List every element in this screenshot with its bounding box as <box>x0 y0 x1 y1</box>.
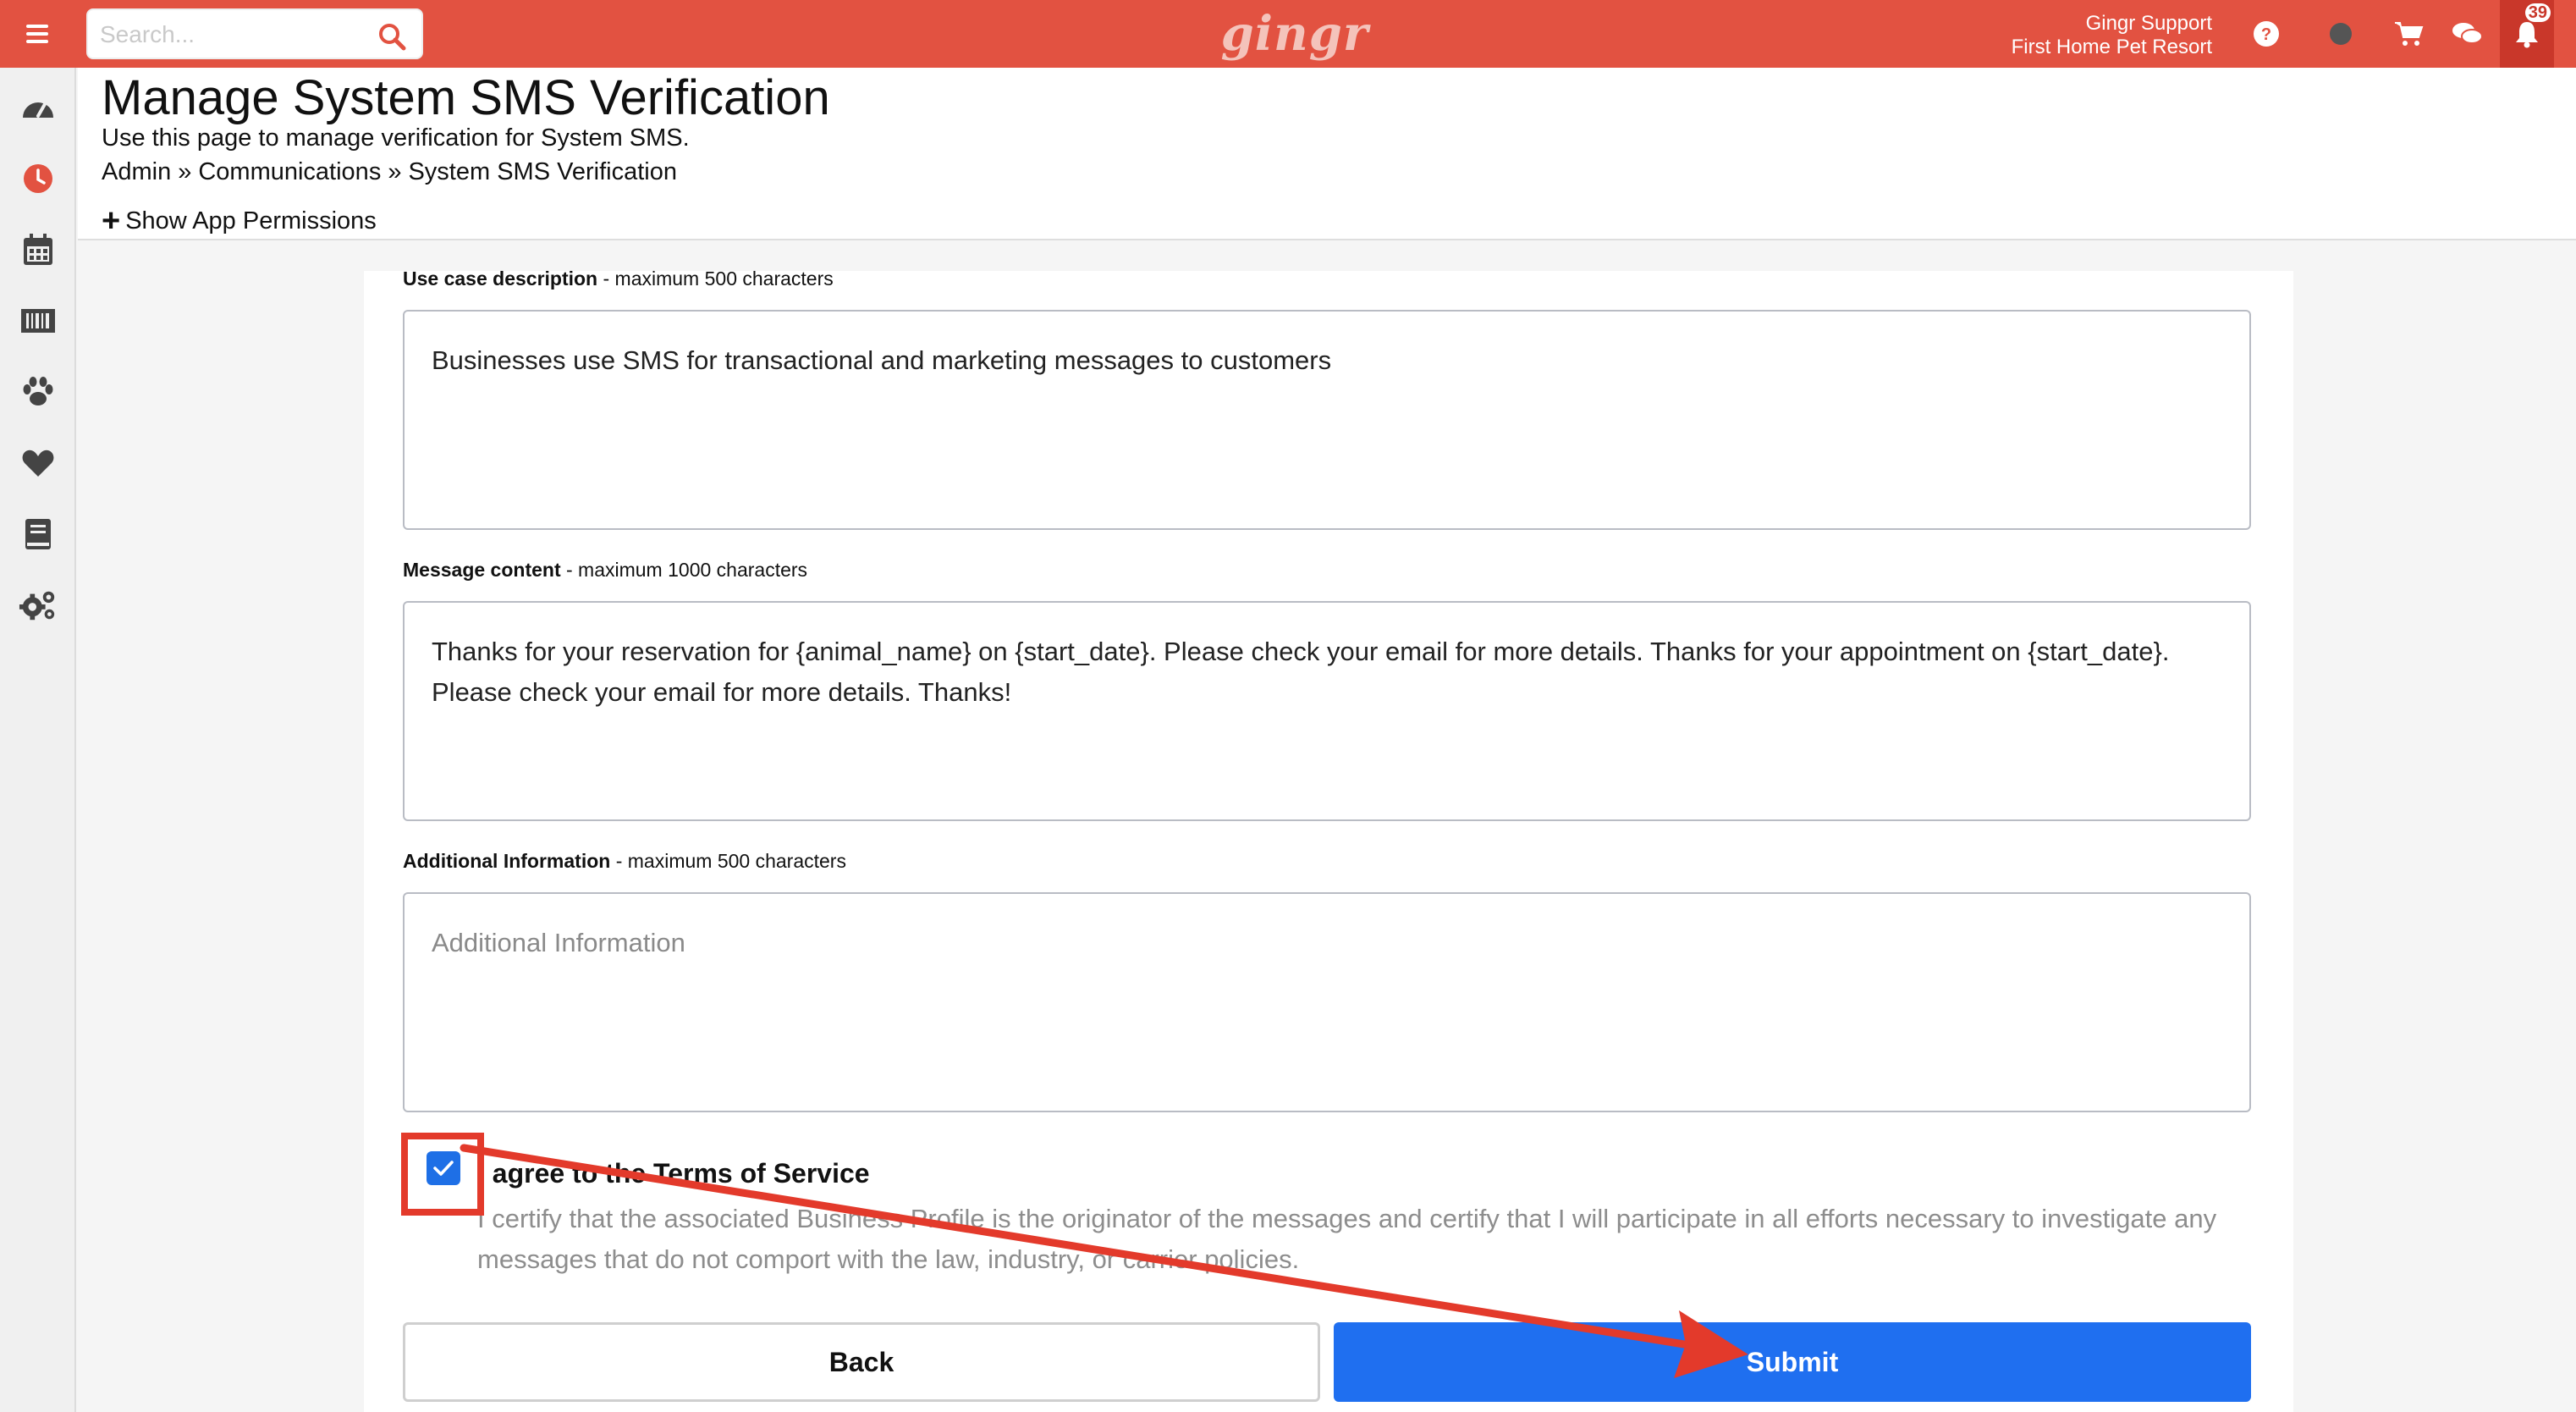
hamburger-icon <box>26 20 48 47</box>
clock-icon <box>24 164 52 193</box>
breadcrumb-admin[interactable]: Admin <box>102 158 171 185</box>
additional-info-hint: - maximum 500 characters <box>610 850 846 872</box>
user-name: Gingr Support <box>2085 12 2212 35</box>
message-content-label-text: Message content <box>403 559 561 581</box>
sidebar-item-barcode[interactable] <box>19 301 58 340</box>
page-title: Manage System SMS Verification <box>102 70 830 125</box>
sms-verification-form: Use case description - maximum 500 chara… <box>364 268 2293 1412</box>
page-header: Manage System SMS Verification Use this … <box>78 68 2576 240</box>
location-name: First Home Pet Resort <box>2011 36 2212 58</box>
use-case-label-text: Use case description <box>403 268 598 290</box>
search-box <box>86 8 423 59</box>
status-dot-icon[interactable] <box>2324 17 2358 51</box>
use-case-hint: - maximum 500 characters <box>597 268 834 290</box>
use-case-textarea[interactable]: Businesses use SMS for transactional and… <box>403 310 2251 530</box>
sidebar-item-clock[interactable] <box>19 159 58 198</box>
back-button[interactable]: Back <box>403 1322 1320 1402</box>
sidebar-item-settings[interactable] <box>19 586 58 625</box>
show-app-permissions-label: Show App Permissions <box>125 207 377 234</box>
notification-count-badge: 39 <box>2524 3 2551 22</box>
breadcrumb-separator: » <box>388 158 402 185</box>
page-description: Use this page to manage verification for… <box>102 124 690 152</box>
sidebar-item-calendar[interactable] <box>19 230 58 269</box>
message-content-textarea[interactable]: Thanks for your reservation for {animal_… <box>403 601 2251 821</box>
additional-info-textarea[interactable]: Additional Information <box>403 892 2251 1112</box>
breadcrumb-separator: » <box>178 158 192 185</box>
notifications-button[interactable]: 39 <box>2500 0 2554 68</box>
breadcrumb: Admin» Communications» System SMS Verifica… <box>102 157 677 186</box>
additional-info-label: Additional Information - maximum 500 cha… <box>403 850 846 873</box>
sidebar-item-dashboard[interactable] <box>19 88 58 127</box>
breadcrumb-current: System SMS Verification <box>408 158 677 185</box>
show-app-permissions-toggle[interactable]: + Show App Permissions <box>102 203 377 239</box>
message-content-label: Message content - maximum 1000 character… <box>403 559 807 582</box>
hamburger-menu-button[interactable] <box>0 0 74 68</box>
top-bar: gingr Gingr Support First Home Pet Resor… <box>0 0 2576 68</box>
user-info[interactable]: Gingr Support First Home Pet Resort <box>2012 12 2212 59</box>
additional-info-label-text: Additional Information <box>403 850 611 872</box>
search-icon[interactable] <box>377 22 406 51</box>
paw-icon <box>23 377 53 405</box>
dashboard-gauge-icon <box>23 102 53 118</box>
sidebar-item-favorites[interactable] <box>19 444 58 483</box>
cart-icon[interactable] <box>2392 17 2425 51</box>
plus-icon: + <box>102 203 121 239</box>
bell-icon <box>2516 22 2538 48</box>
gears-icon <box>19 591 55 621</box>
breadcrumb-communications[interactable]: Communications <box>198 158 381 185</box>
gingr-logo[interactable]: gingr <box>1210 3 1379 64</box>
chat-icon[interactable] <box>2451 17 2485 51</box>
sidebar-item-reports[interactable] <box>19 515 58 554</box>
book-icon <box>25 519 51 549</box>
submit-button[interactable]: Submit <box>1334 1322 2251 1402</box>
svg-text:?: ? <box>2261 25 2271 44</box>
terms-title[interactable]: I agree to the Terms of Service <box>477 1158 870 1189</box>
annotation-highlight-box <box>401 1133 484 1216</box>
search-input[interactable] <box>100 17 362 52</box>
calendar-icon <box>24 234 52 265</box>
sidebar <box>0 68 76 1412</box>
use-case-label: Use case description - maximum 500 chara… <box>403 268 834 290</box>
heart-icon <box>22 450 54 477</box>
help-icon[interactable]: ? <box>2249 17 2283 51</box>
sidebar-item-animals[interactable] <box>19 372 58 411</box>
message-content-hint: - maximum 1000 characters <box>560 559 808 581</box>
terms-description: I certify that the associated Business P… <box>477 1204 2217 1274</box>
barcode-icon <box>21 309 55 333</box>
